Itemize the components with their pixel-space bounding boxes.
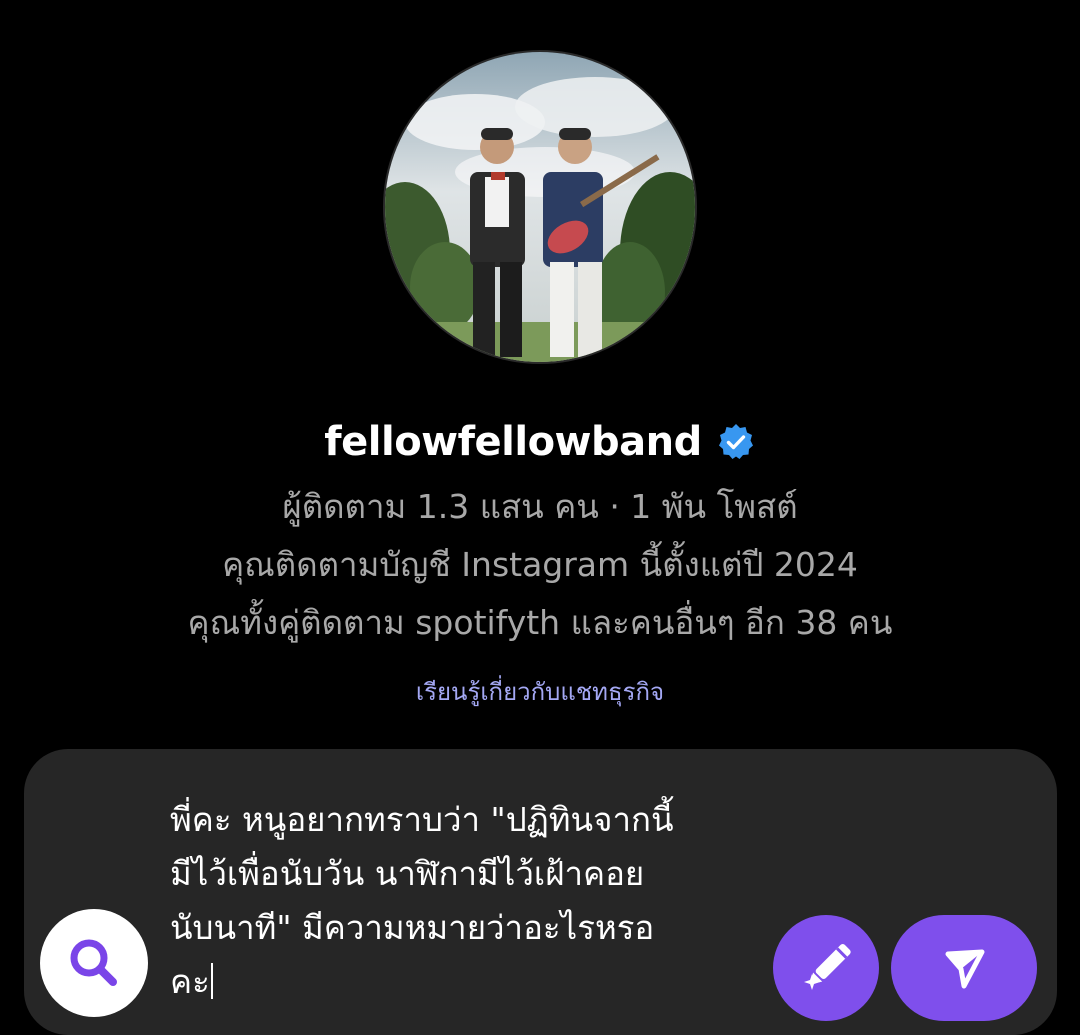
followers-posts-count: ผู้ติดตาม 1.3 แสน คน · 1 พัน โพสต์ [282,487,798,526]
send-button[interactable] [891,915,1037,1021]
message-input-text: พี่คะ หนูอยากทราบว่า "ปฏิทินจากนี้ มีไว้… [170,800,674,1001]
follow-since-text: คุณติดตามบัญชี Instagram นี้ตั้งแต่ปี 20… [222,545,858,584]
search-button[interactable] [40,909,148,1017]
profile-username[interactable]: fellowfellowband [324,419,702,465]
search-icon [70,939,117,986]
send-icon [945,949,985,989]
pencil-sparkle-icon [804,944,851,990]
verified-badge-icon [716,422,756,462]
message-composer: พี่คะ หนูอยากทราบว่า "ปฏิทินจากนี้ มีไว้… [24,749,1057,1035]
profile-avatar[interactable] [383,50,697,364]
message-input[interactable]: พี่คะ หนูอยากทราบว่า "ปฏิทินจากนี้ มีไว้… [170,793,770,1009]
ai-write-button[interactable] [773,915,879,1021]
learn-business-chat-link[interactable]: เรียนรู้เกี่ยวกับแชทธุรกิจ [0,672,1080,711]
mutual-followers-text: คุณทั้งคู่ติดตาม spotifyth และคนอื่นๆ อี… [187,603,893,642]
username-row: fellowfellowband [0,412,1080,472]
avatar-photo [385,52,695,362]
text-caret [210,963,213,999]
